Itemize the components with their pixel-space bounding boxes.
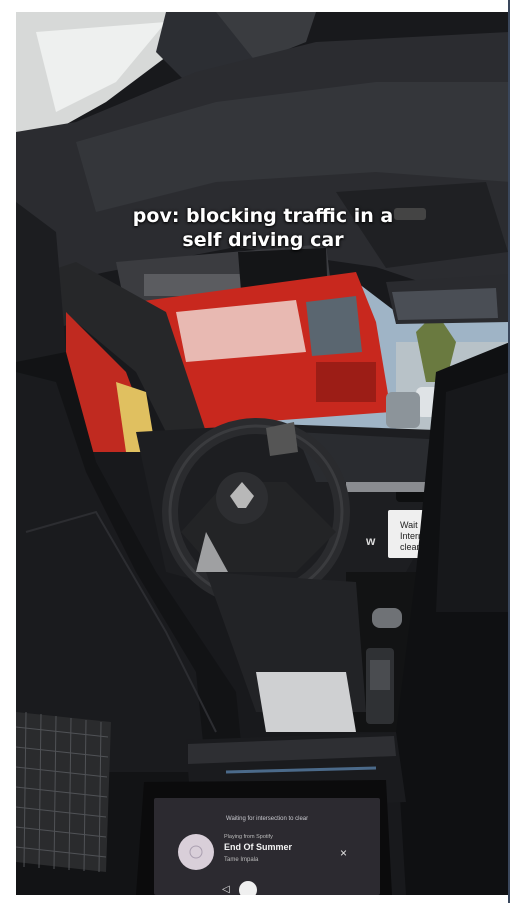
rear-screen-artist: Tame Impala (224, 857, 259, 863)
dash-screen-line1: Wait (400, 520, 418, 530)
rear-screen-prev-icon: ◁ (222, 884, 230, 895)
rear-screen-status: Waiting for intersection to clear (226, 816, 308, 822)
rear-screen-track: End Of Summer (224, 842, 293, 852)
rear-screen-source: Playing from Spotify (224, 834, 273, 840)
svg-text:w: w (365, 534, 376, 548)
dash-screen-line3: clear (400, 542, 420, 552)
video-frame: Wait Intern clear w Waiting for intersec… (0, 0, 510, 903)
car-interior-photo: Wait Intern clear w Waiting for intersec… (16, 12, 510, 895)
car-interior-scene: Wait Intern clear w Waiting for intersec… (16, 12, 510, 895)
rear-screen-close-icon: × (340, 846, 347, 860)
caption-line-1: pov: blocking traffic in a (132, 205, 394, 227)
video-caption: pov: blocking traffic in a self driving … (16, 204, 510, 252)
caption-line-2: self driving car (182, 229, 344, 251)
album-art (178, 834, 214, 870)
